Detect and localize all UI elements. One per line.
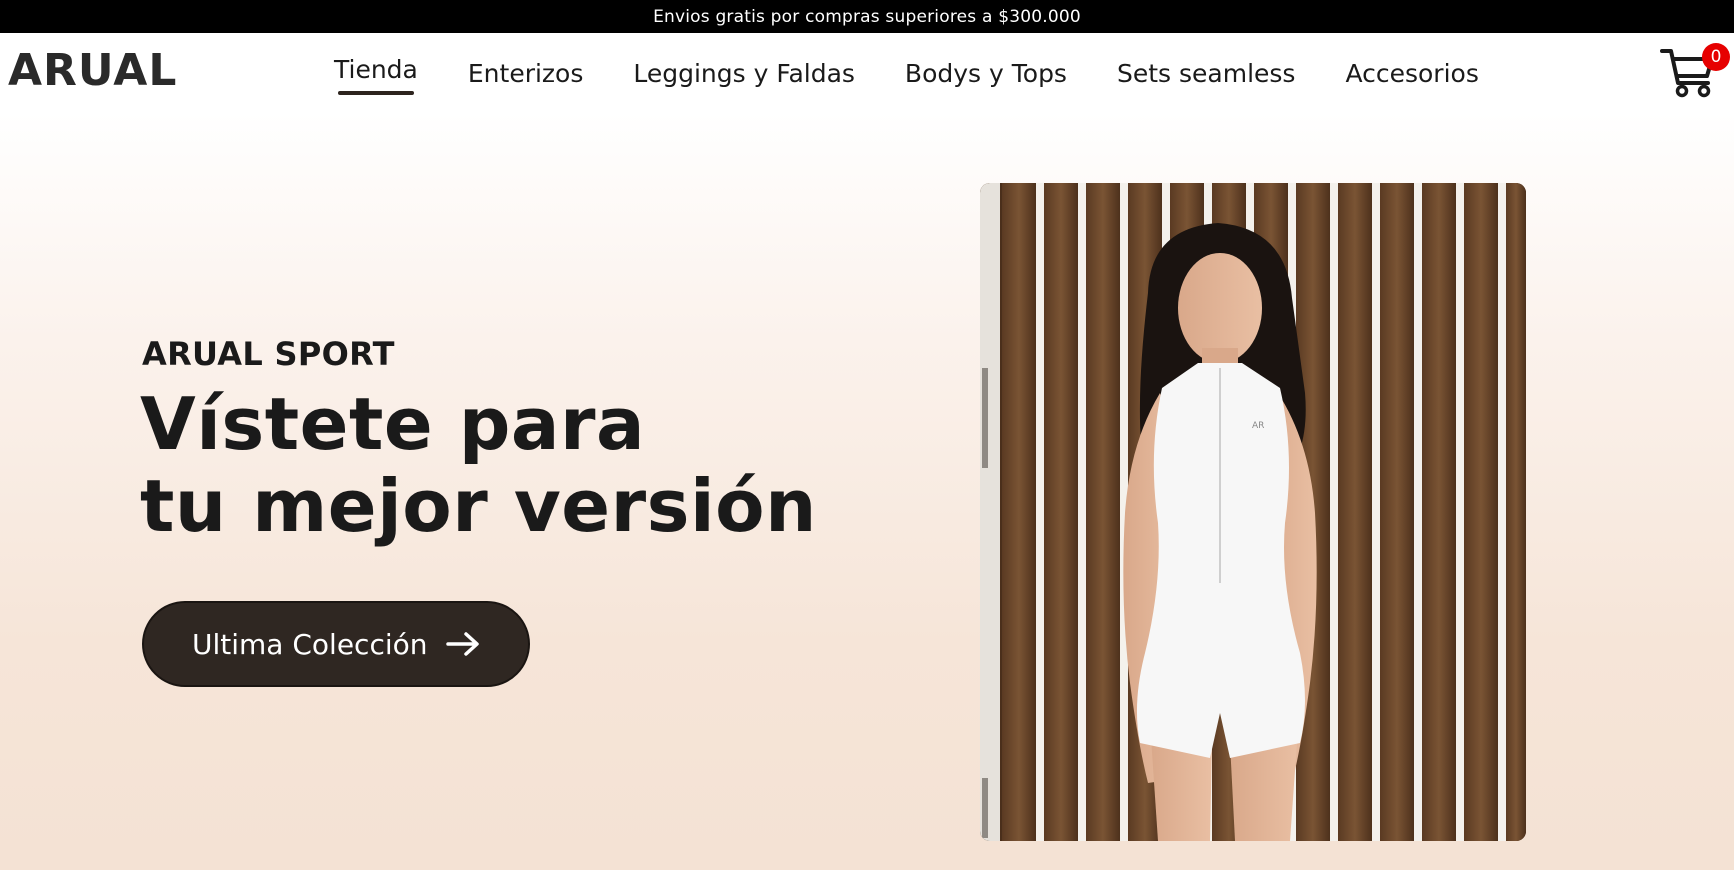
nav-item-accesorios[interactable]: Accesorios (1345, 59, 1478, 88)
latest-collection-button[interactable]: Ultima Colección (142, 601, 530, 687)
nav-item-label: Sets seamless (1116, 58, 1296, 88)
nav-item-tienda[interactable]: Tienda (334, 54, 418, 95)
svg-text:AR: AR (1252, 421, 1264, 431)
nav-item-bodys-y-tops[interactable]: Bodys y Tops (905, 59, 1067, 88)
promo-text: Envios gratis por compras superiores a $… (653, 6, 1081, 27)
hero-headline-line2: tu mejor versión (140, 464, 817, 548)
promo-bar: Envios gratis por compras superiores a $… (0, 0, 1734, 33)
arrow-right-icon (446, 632, 479, 656)
nav-item-label: Tienda (334, 54, 418, 84)
hero-section: ARUAL SPORT Vístete para tu mejor versió… (0, 113, 1734, 870)
nav-item-sets-seamless[interactable]: Sets seamless (1117, 59, 1295, 88)
hero-headline-line1: Vístete para (140, 382, 646, 466)
nav-item-label: Enterizos (467, 58, 584, 88)
cta-label: Ultima Colección (192, 627, 428, 661)
main-nav: Tienda Enterizos Leggings y Faldas Bodys… (334, 33, 1479, 113)
site-header: ARUAL Tienda Enterizos Leggings y Faldas… (0, 33, 1734, 113)
nav-item-enterizos[interactable]: Enterizos (468, 59, 584, 88)
hero-product-image: AR (980, 183, 1526, 841)
hero-eyebrow: ARUAL SPORT (142, 335, 395, 373)
cart-count-badge: 0 (1702, 43, 1730, 71)
brand-logo[interactable]: ARUAL (8, 45, 177, 96)
hero-headline: Vístete para tu mejor versión (140, 383, 817, 547)
active-underline (338, 90, 414, 95)
nav-item-label: Accesorios (1345, 58, 1479, 88)
nav-item-leggings-y-faldas[interactable]: Leggings y Faldas (633, 59, 855, 88)
nav-item-label: Bodys y Tops (904, 58, 1067, 88)
model-photo-illustration: AR (980, 183, 1526, 841)
nav-item-label: Leggings y Faldas (633, 58, 855, 88)
